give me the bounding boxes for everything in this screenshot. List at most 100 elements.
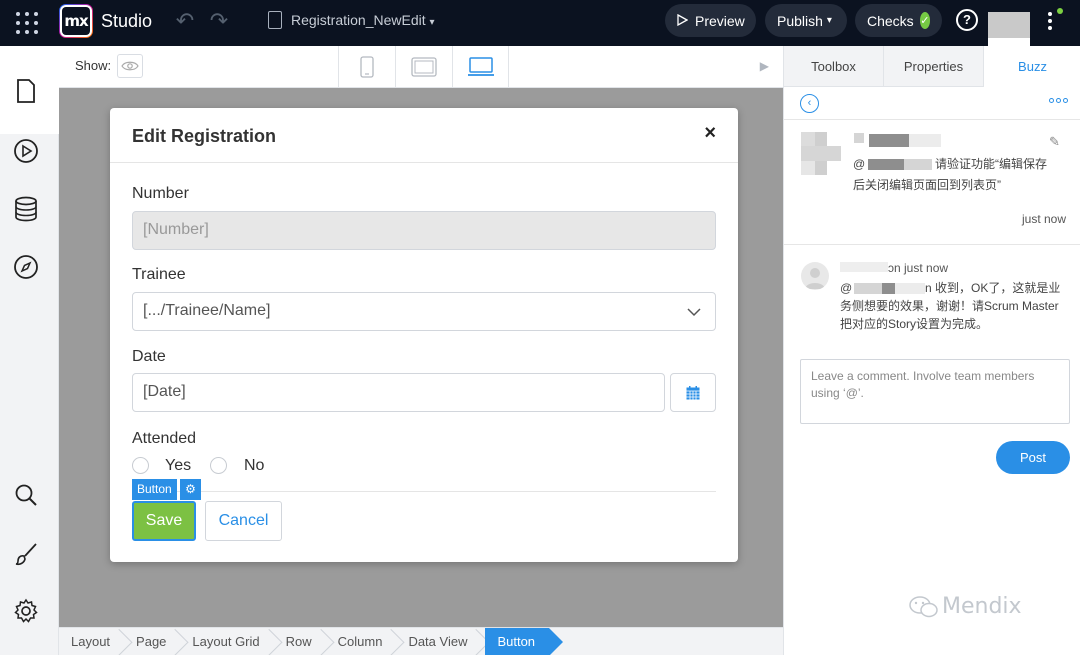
phone-view-icon[interactable] [338,46,395,87]
more-horizontal-icon[interactable] [1049,98,1068,103]
post-text-line2: 后关闭编辑页面回到列表页” [853,178,1001,192]
widget-settings-gear-icon[interactable]: ⚙ [180,479,201,500]
mention-redacted [895,283,925,294]
wechat-icon [909,596,939,618]
redo-icon[interactable]: ↷ [207,9,231,33]
calendar-icon [686,385,700,399]
breadcrumb-item-column[interactable]: Column [326,628,397,655]
mention-redacted [882,283,895,294]
top-bar: mx Studio ↶ ↷ Registration_NewEdit ▾ Pre… [0,0,1080,46]
breadcrumb-item-button[interactable]: Button [485,628,563,655]
reply-mention: @ [840,281,853,295]
post-button[interactable]: Post [996,441,1070,474]
divider [784,244,1080,245]
checks-button[interactable]: Checks ✓ [855,4,942,37]
publish-button[interactable]: Publish ▾ [765,4,847,37]
close-icon[interactable]: × [704,122,716,145]
mention-redacted [904,159,932,170]
publish-label: Publish [777,12,823,29]
document-icon [268,11,282,29]
show-label: Show: [75,58,112,73]
chevron-right-icon[interactable]: ▶ [760,59,769,73]
play-icon [677,13,689,29]
tab-properties[interactable]: Properties [884,46,984,87]
date-label: Date [132,348,166,365]
help-icon[interactable]: ? [956,9,978,31]
trainee-label: Trainee [132,266,186,283]
author-redacted [909,134,941,147]
database-icon[interactable] [13,196,39,222]
document-name: Registration_NewEdit [291,12,426,28]
right-panel: Toolbox Properties Buzz ‹ ✎ @ 请验证功能“编辑保存… [783,46,1080,655]
trainee-value: [.../Trainee/Name] [143,302,271,319]
radio-no[interactable] [210,457,227,474]
breadcrumb-item-data-view[interactable]: Data View [396,628,481,655]
desktop-view-icon[interactable] [452,46,509,87]
radio-no-label: No [244,457,265,474]
avatar[interactable] [988,12,1030,38]
tab-toolbox[interactable]: Toolbox [784,46,884,87]
reply-text-line1: n 收到，OK了，这就是业 [925,281,1061,295]
post-mention: @ [853,157,866,171]
eye-icon[interactable] [117,54,143,78]
status-dot [1057,8,1063,14]
navigation-compass-icon[interactable] [13,254,39,280]
number-label: Number [132,185,189,202]
radio-yes[interactable] [132,457,149,474]
edit-pencil-icon[interactable]: ✎ [1049,134,1060,150]
breadcrumb: Layout Page Layout Grid Row Column Data … [59,627,783,655]
breadcrumb-item-row[interactable]: Row [274,628,326,655]
post-timestamp: just now [1022,212,1067,226]
dialog-title: Edit Registration [132,126,277,146]
mention-redacted [854,283,882,294]
divider [784,119,1080,120]
undo-icon[interactable]: ↶ [173,9,197,33]
mendix-logo-inner: mx [60,5,92,37]
author-redacted [840,262,888,272]
calendar-button[interactable] [670,373,716,412]
footer-divider [132,491,716,492]
page-icon[interactable] [13,78,39,104]
trainee-dropdown[interactable]: [.../Trainee/Name] [132,292,716,331]
logo-text: mx [62,7,90,35]
avatar [801,262,829,290]
preview-label: Preview [695,12,745,29]
avatar-accent [988,38,1030,46]
microflow-icon[interactable] [13,138,39,164]
dialog-header: Edit Registration × [110,108,738,163]
save-button[interactable]: Save [132,501,196,541]
edit-registration-dialog: Edit Registration × Number [Number] Trai… [110,108,738,562]
settings-gear-icon[interactable] [13,598,39,624]
breadcrumb-item-layout[interactable]: Layout [59,628,124,655]
attended-label: Attended [132,430,197,447]
more-vertical-icon[interactable] [1045,9,1055,33]
cancel-button[interactable]: Cancel [205,501,282,541]
chevron-down-icon [687,304,701,322]
right-panel-tabs: Toolbox Properties Buzz [784,46,1080,88]
checks-label: Checks [867,12,914,29]
mention-redacted [868,159,904,170]
author-redacted [869,134,909,147]
left-rail [0,46,59,655]
post-text-line1: 请验证功能“编辑保存 [935,157,1047,171]
theme-brush-icon[interactable] [13,541,39,567]
reply-author-time: ɔn just now [888,261,949,275]
chevron-down-icon: ▾ [826,15,832,26]
date-input[interactable]: [Date] [132,373,665,412]
avatar [801,132,841,175]
reply-text-line3: 把对应的Story设置为完成。 [840,317,989,331]
number-input[interactable]: [Number] [132,211,716,250]
tablet-view-icon[interactable] [395,46,452,87]
reply-text-line2: 务侧想要的效果，谢谢！请Scrum Master [840,299,1059,313]
back-arrow-icon[interactable]: ‹ [800,94,819,113]
comment-input[interactable]: Leave a comment. Involve team members us… [800,359,1070,424]
tab-buzz[interactable]: Buzz [984,46,1080,88]
preview-button[interactable]: Preview [665,4,756,37]
search-icon[interactable] [13,482,39,508]
breadcrumb-item-layout-grid[interactable]: Layout Grid [180,628,273,655]
check-icon: ✓ [919,12,930,29]
app-grid-icon[interactable] [14,10,38,34]
selected-widget-tag: Button [132,479,177,500]
document-selector[interactable]: Registration_NewEdit ▾ [291,12,435,28]
breadcrumb-item-page[interactable]: Page [124,628,180,655]
